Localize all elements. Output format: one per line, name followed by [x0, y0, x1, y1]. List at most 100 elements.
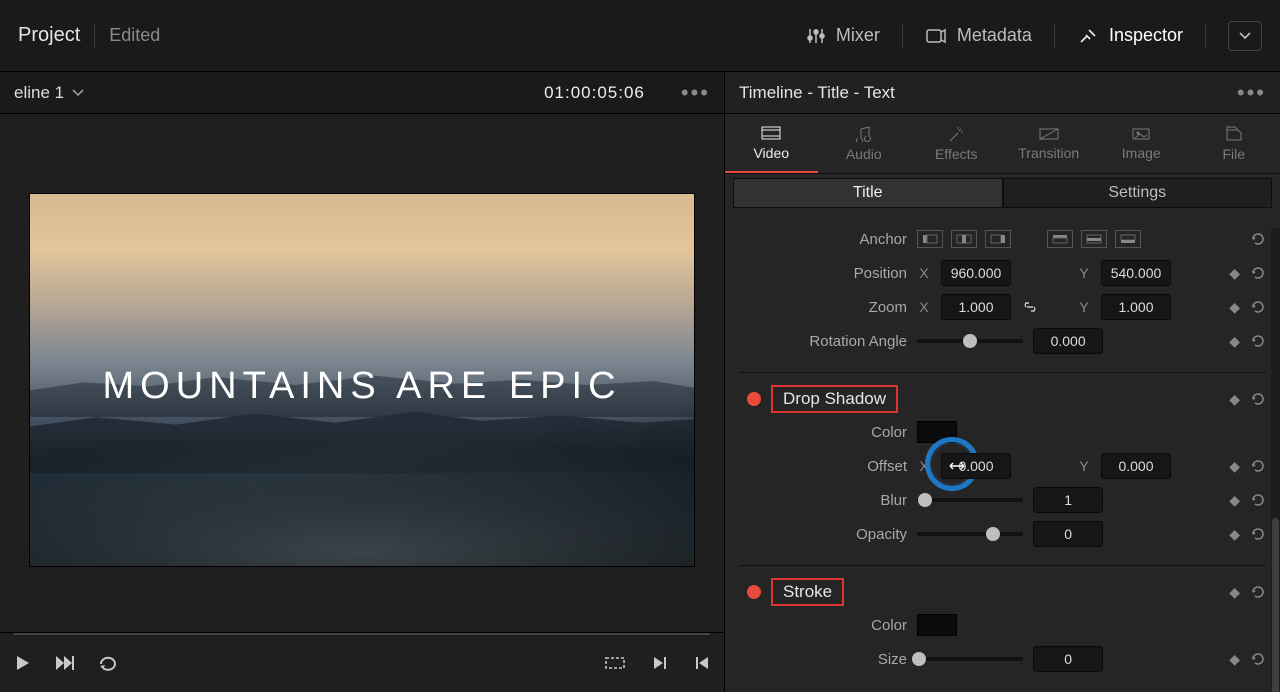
viewer-header: eline 1 01:00:05:06 •••: [0, 72, 724, 113]
anchor-top-button[interactable]: [1047, 230, 1073, 248]
reset-button[interactable]: [1250, 333, 1266, 349]
position-label: Position: [739, 265, 907, 282]
project-label: Project: [18, 24, 80, 47]
ds-opacity-slider[interactable]: [917, 532, 1023, 536]
keyframe-button[interactable]: ◆: [1229, 492, 1240, 509]
divider: [902, 23, 903, 49]
play-button[interactable]: [14, 654, 32, 672]
ds-blur-input[interactable]: 1: [1033, 487, 1103, 513]
reset-button[interactable]: [1250, 391, 1266, 407]
stroke-size-slider[interactable]: [917, 657, 1023, 661]
anchor-hcenter-button[interactable]: [951, 230, 977, 248]
loop-button[interactable]: [98, 654, 120, 672]
inspector-breadcrumb: Timeline - Title - Text: [739, 83, 895, 103]
anchor-bottom-button[interactable]: [1115, 230, 1141, 248]
color-science-icon[interactable]: [661, 85, 665, 101]
metadata-label: Metadata: [957, 25, 1032, 46]
inspector-label: Inspector: [1109, 25, 1183, 46]
ds-color-swatch[interactable]: [917, 421, 957, 443]
axis-y: Y: [1077, 458, 1091, 474]
tab-label: Audio: [846, 146, 882, 162]
subtab-settings[interactable]: Settings: [1003, 178, 1273, 208]
rotation-input[interactable]: 0.000: [1033, 328, 1103, 354]
transport-bar: [0, 632, 724, 692]
next-clip-button[interactable]: [652, 655, 668, 671]
ds-offset-y-input[interactable]: 0.000: [1101, 453, 1171, 479]
reset-button[interactable]: [1250, 458, 1266, 474]
tab-image[interactable]: Image: [1095, 114, 1188, 173]
position-y-input[interactable]: 540.000: [1101, 260, 1171, 286]
reset-button[interactable]: [1250, 651, 1266, 667]
axis-y: Y: [1077, 265, 1091, 281]
ds-color-label: Color: [739, 424, 907, 441]
stroke-title[interactable]: Stroke: [771, 578, 844, 606]
ds-offset-label: Offset: [739, 458, 907, 475]
tab-transition[interactable]: Transition: [1003, 114, 1096, 173]
vertical-scrollbar[interactable]: [1271, 228, 1280, 692]
anchor-left-button[interactable]: [917, 230, 943, 248]
reset-button[interactable]: [1250, 584, 1266, 600]
reset-button[interactable]: [1250, 526, 1266, 542]
tab-label: Image: [1122, 145, 1161, 161]
tab-file[interactable]: File: [1188, 114, 1280, 173]
inspector-options-button[interactable]: •••: [1237, 80, 1266, 106]
metadata-button[interactable]: Metadata: [925, 25, 1032, 46]
timecode[interactable]: 01:00:05:06: [544, 83, 645, 103]
keyframe-button[interactable]: ◆: [1229, 333, 1240, 350]
tab-audio[interactable]: Audio: [818, 114, 911, 173]
zoom-x-input[interactable]: 1.000: [941, 294, 1011, 320]
divider: [1054, 23, 1055, 49]
metadata-icon: [925, 26, 947, 46]
divider: [94, 23, 95, 49]
edited-label: Edited: [109, 25, 160, 46]
title-overlay: MOUNTAINS ARE EPIC: [30, 365, 694, 408]
keyframe-button[interactable]: ◆: [1229, 651, 1240, 668]
tab-label: Effects: [935, 146, 978, 162]
inspector-button[interactable]: Inspector: [1077, 25, 1183, 46]
next-frame-button[interactable]: [54, 654, 76, 672]
anchor-right-button[interactable]: [985, 230, 1011, 248]
keyframe-button[interactable]: ◆: [1229, 265, 1240, 282]
subtab-title[interactable]: Title: [733, 178, 1003, 208]
timeline-selector[interactable]: eline 1: [14, 83, 84, 103]
reset-button[interactable]: [1250, 299, 1266, 315]
drop-shadow-enable-toggle[interactable]: [747, 392, 761, 406]
chevron-down-icon: [1238, 31, 1252, 41]
keyframe-button[interactable]: ◆: [1229, 299, 1240, 316]
match-frame-button[interactable]: [604, 655, 626, 671]
reset-button[interactable]: [1250, 265, 1266, 281]
stroke-color-swatch[interactable]: [917, 614, 957, 636]
reset-button[interactable]: [1250, 492, 1266, 508]
anchor-label: Anchor: [739, 231, 907, 248]
keyframe-button[interactable]: ◆: [1229, 526, 1240, 543]
mixer-button[interactable]: Mixer: [806, 25, 880, 46]
axis-x: X: [917, 265, 931, 281]
prev-clip-button[interactable]: [694, 655, 710, 671]
anchor-vcenter-button[interactable]: [1081, 230, 1107, 248]
tab-label: File: [1222, 146, 1245, 162]
rotation-slider[interactable]: [917, 339, 1023, 343]
dropdown-button[interactable]: [1228, 21, 1262, 51]
reset-button[interactable]: [1250, 231, 1266, 247]
position-x-input[interactable]: 960.000: [941, 260, 1011, 286]
top-bar: Project Edited Mixer Metadata Inspector: [0, 0, 1280, 72]
keyframe-button[interactable]: ◆: [1229, 391, 1240, 408]
keyframe-button[interactable]: ◆: [1229, 584, 1240, 601]
link-icon[interactable]: [1021, 300, 1067, 314]
keyframe-button[interactable]: ◆: [1229, 458, 1240, 475]
ds-opacity-input[interactable]: 0: [1033, 521, 1103, 547]
tab-video[interactable]: Video: [725, 114, 818, 173]
axis-x: X: [917, 458, 931, 474]
stroke-size-input[interactable]: 0: [1033, 646, 1103, 672]
ds-blur-slider[interactable]: [917, 498, 1023, 502]
file-icon: [1224, 126, 1244, 142]
viewer[interactable]: MOUNTAINS ARE EPIC: [0, 114, 724, 632]
tab-effects[interactable]: Effects: [910, 114, 1003, 173]
drop-shadow-title[interactable]: Drop Shadow: [771, 385, 898, 413]
scrub-bar[interactable]: [14, 633, 710, 635]
stroke-enable-toggle[interactable]: [747, 585, 761, 599]
inspector-header: Timeline - Title - Text •••: [724, 72, 1280, 113]
viewer-options-button[interactable]: •••: [681, 80, 710, 106]
image-icon: [1131, 127, 1151, 141]
zoom-y-input[interactable]: 1.000: [1101, 294, 1171, 320]
